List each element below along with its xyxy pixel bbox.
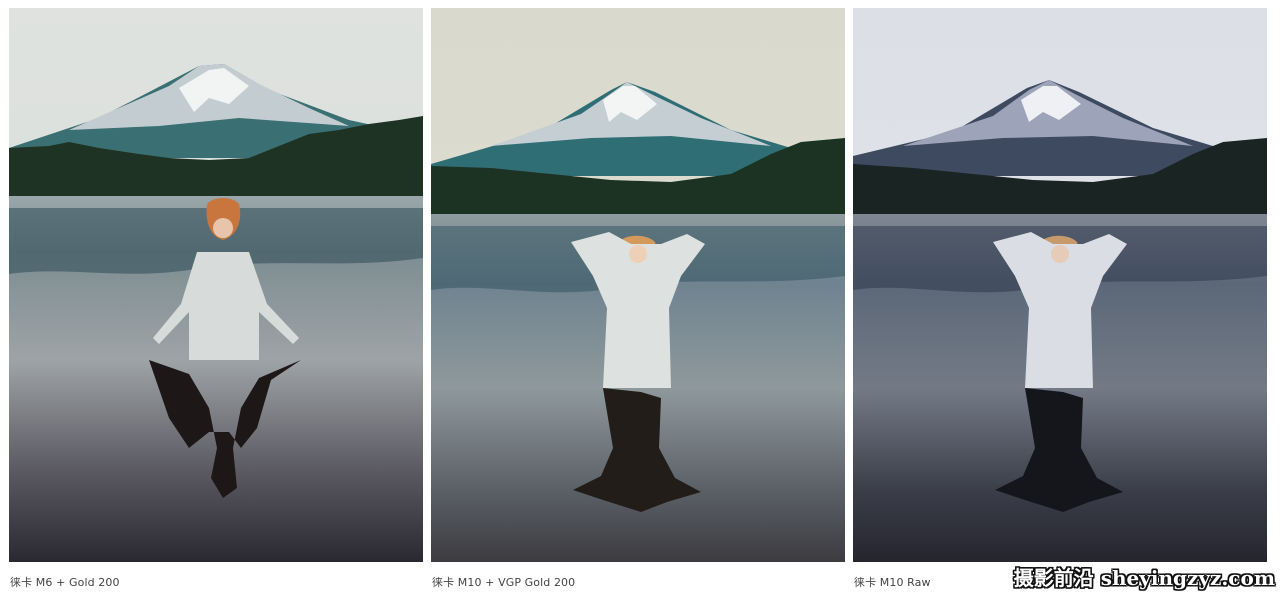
photo-comparison-gallery: 徕卡 M6 + Gold 200 徕卡 M10 + VGP Gold 200 徕… <box>0 0 1280 598</box>
photo-caption: 徕卡 M10 Raw <box>854 576 931 589</box>
lake-portrait-image <box>9 8 423 562</box>
site-watermark: 摄影前沿 sheyingzyz.com <box>1013 566 1275 590</box>
lake-portrait-image <box>431 8 845 562</box>
photo-caption: 徕卡 M10 + VGP Gold 200 <box>432 576 576 589</box>
photo-leica-m6-gold200 <box>9 8 423 562</box>
photo-caption: 徕卡 M6 + Gold 200 <box>10 576 120 589</box>
photo-leica-m10-raw <box>853 8 1267 562</box>
lake-portrait-image <box>853 8 1267 562</box>
photo-leica-m10-vgp-gold200 <box>431 8 845 562</box>
